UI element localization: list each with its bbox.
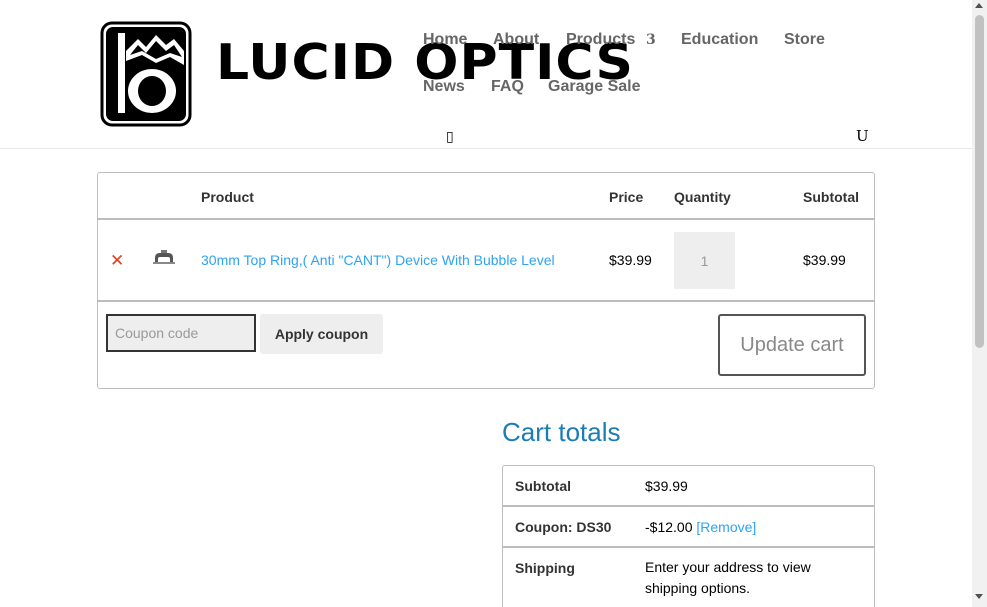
- site-header: LUCID OPTICS Home About Products 3 Educa…: [0, 0, 972, 149]
- products-dropdown-icon[interactable]: 3: [646, 32, 656, 48]
- product-name-link[interactable]: 30mm Top Ring,( Anti "CANT") Device With…: [201, 252, 555, 268]
- apply-coupon-button[interactable]: Apply coupon: [260, 314, 383, 354]
- remove-coupon-link[interactable]: [Remove]: [696, 519, 756, 535]
- cart-icon[interactable]: U: [856, 127, 869, 145]
- cart-table: Product Price Quantity Subtotal ✕ 30mm T…: [97, 172, 875, 389]
- nav-about[interactable]: About: [493, 31, 539, 49]
- column-header-price: Price: [609, 189, 644, 205]
- vertical-scrollbar[interactable]: [972, 0, 987, 607]
- divider: [98, 300, 874, 302]
- column-header-subtotal: Subtotal: [803, 189, 859, 205]
- divider: [98, 218, 874, 220]
- scrollbar-thumb[interactable]: [975, 15, 984, 348]
- column-header-product: Product: [201, 189, 254, 205]
- shipping-label: Shipping: [515, 560, 575, 576]
- scroll-up-arrow-icon[interactable]: [975, 3, 983, 8]
- scroll-down-arrow-icon[interactable]: [975, 594, 983, 599]
- update-cart-button[interactable]: Update cart: [718, 314, 866, 376]
- divider: [503, 546, 874, 548]
- nav-education[interactable]: Education: [681, 31, 758, 49]
- remove-item-icon[interactable]: ✕: [110, 251, 124, 271]
- item-price: $39.99: [609, 252, 652, 268]
- lucid-optics-logo-icon: [100, 21, 192, 127]
- nav-garage-sale[interactable]: Garage Sale: [548, 78, 641, 96]
- item-subtotal: $39.99: [803, 252, 846, 268]
- search-icon[interactable]: ▯: [446, 128, 454, 145]
- site-logo[interactable]: LUCID OPTICS: [100, 21, 633, 127]
- product-thumbnail[interactable]: [152, 249, 176, 267]
- shipping-info: Enter your address to view shipping opti…: [645, 559, 811, 596]
- cart-totals-heading: Cart totals: [502, 417, 621, 447]
- cart-totals-table: Subtotal $39.99 Coupon: DS30 -$12.00 [Re…: [502, 465, 875, 607]
- nav-products[interactable]: Products: [566, 31, 635, 49]
- divider: [503, 505, 874, 507]
- subtotal-value: $39.99: [645, 478, 688, 494]
- coupon-discount: -$12.00 [Remove]: [645, 517, 756, 538]
- nav-store[interactable]: Store: [784, 31, 825, 49]
- quantity-input[interactable]: [674, 232, 735, 289]
- coupon-discount-value: -$12.00: [645, 519, 693, 535]
- nav-faq[interactable]: FAQ: [491, 78, 524, 96]
- column-header-quantity: Quantity: [674, 189, 731, 205]
- nav-home[interactable]: Home: [423, 31, 467, 49]
- nav-news[interactable]: News: [423, 78, 465, 96]
- coupon-label: Coupon: DS30: [515, 519, 612, 535]
- subtotal-label: Subtotal: [515, 478, 571, 494]
- coupon-code-input[interactable]: [106, 314, 256, 352]
